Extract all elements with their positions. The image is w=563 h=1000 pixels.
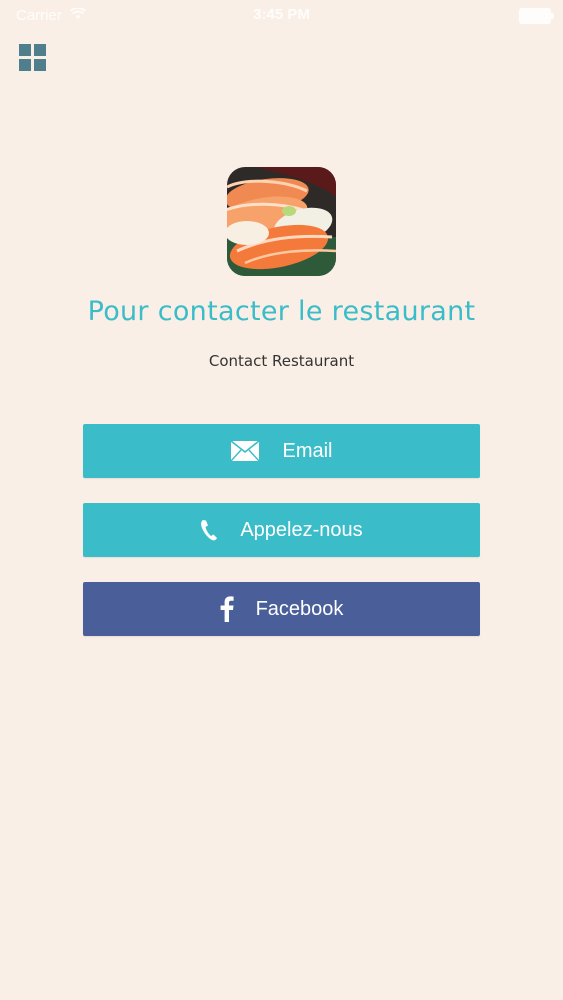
call-button[interactable]: Appelez-nous	[83, 503, 480, 557]
status-bar: Carrier 3:45 PM	[0, 0, 563, 30]
facebook-button-label: Facebook	[255, 597, 344, 620]
email-button[interactable]: Email	[83, 424, 480, 478]
facebook-icon	[220, 596, 234, 622]
restaurant-logo	[227, 167, 336, 276]
envelope-icon	[230, 440, 261, 462]
battery-icon	[519, 8, 554, 24]
facebook-button[interactable]: Facebook	[83, 582, 480, 636]
page-subtitle: Contact Restaurant	[208, 352, 355, 370]
call-button-label: Appelez-nous	[240, 518, 363, 541]
phone-icon	[200, 518, 218, 542]
grid-menu-icon[interactable]	[19, 44, 47, 72]
status-time: 3:45 PM	[253, 6, 310, 23]
email-button-label: Email	[282, 439, 333, 462]
page-title: Pour contacter le restaurant	[87, 296, 476, 327]
